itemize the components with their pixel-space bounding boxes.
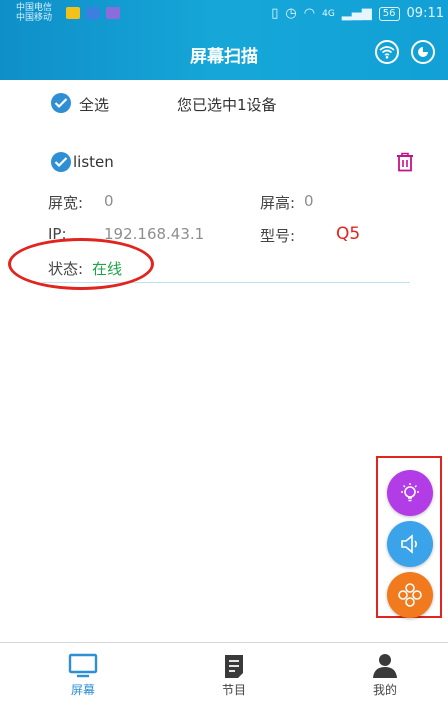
device-checkbox[interactable] <box>51 152 71 172</box>
tab-screen[interactable]: 屏幕 <box>33 643 133 702</box>
tab-program-label: 节目 <box>221 683 246 697</box>
volume-button[interactable] <box>387 521 433 567</box>
wifi-icon[interactable] <box>375 40 399 64</box>
model-value: Q5 <box>336 224 361 244</box>
message-notification-icon <box>86 7 100 19</box>
tab-mine-label: 我的 <box>372 683 397 697</box>
selection-summary: 您已选中1设备 <box>177 96 277 114</box>
network-type: 4G <box>322 8 335 19</box>
tab-program[interactable]: 节目 <box>184 643 284 702</box>
battery-indicator: 56 <box>378 6 400 21</box>
app-notification-icon <box>66 7 80 19</box>
ip-value: 192.168.43.1 <box>104 225 205 243</box>
monitor-icon <box>68 653 98 678</box>
height-value: 0 <box>304 192 314 210</box>
notification-icons <box>66 7 120 19</box>
user-icon <box>373 654 397 678</box>
speaker-icon <box>401 534 418 554</box>
device-name-row: listen <box>0 152 448 176</box>
network-button[interactable] <box>387 572 433 618</box>
carrier-labels: 中国电信 中国移动 <box>16 3 52 23</box>
screen-size-row: 屏宽: 0 屏高: 0 <box>0 192 448 214</box>
trash-icon <box>397 152 413 172</box>
status-highlight-annotation <box>8 238 154 290</box>
light-button[interactable] <box>387 470 433 516</box>
height-label: 屏高: <box>260 194 296 212</box>
network-icon <box>398 583 422 607</box>
lightbulb-icon <box>401 483 419 502</box>
wifi-status-icon: ◠ <box>303 6 316 21</box>
tab-screen-label: 屏幕 <box>70 683 95 697</box>
select-all-checkbox[interactable] <box>51 93 71 113</box>
carrier-2: 中国移动 <box>16 13 53 23</box>
bottom-nav: 屏幕 节目 我的 <box>0 642 448 702</box>
select-all-row: 全选 您已选中1设备 <box>0 92 448 116</box>
delete-device-button[interactable] <box>396 152 414 176</box>
system-status: ▯ ◷ ◠ 4G ▂▄▆ 56 09:11 <box>271 6 444 21</box>
device-name: listen <box>73 153 114 171</box>
media-notification-icon <box>106 7 120 19</box>
tab-mine[interactable]: 我的 <box>335 643 435 702</box>
width-value: 0 <box>104 192 114 210</box>
alarm-icon: ◷ <box>285 6 297 21</box>
carrier-1: 中国电信 <box>16 3 53 13</box>
top-bar: 中国电信 中国移动 ▯ ◷ ◠ 4G ▂▄▆ 56 09:11 屏幕扫描 <box>0 0 448 80</box>
status-bar: 中国电信 中国移动 ▯ ◷ ◠ 4G ▂▄▆ 56 09:11 <box>0 0 448 28</box>
clock: 09:11 <box>406 6 444 21</box>
refresh-icon[interactable] <box>411 40 435 64</box>
signal-icon: ▂▄▆ <box>341 6 372 21</box>
program-icon <box>225 655 243 678</box>
model-label: 型号: <box>260 227 296 245</box>
vibrate-icon: ▯ <box>271 6 279 21</box>
width-label: 屏宽: <box>48 194 84 212</box>
select-all-label[interactable]: 全选 <box>79 94 109 115</box>
